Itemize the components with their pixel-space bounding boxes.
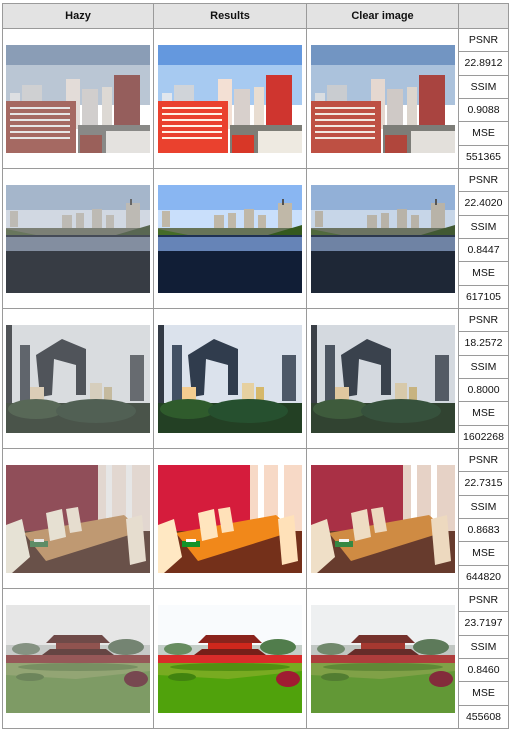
result-image <box>158 464 302 573</box>
metric-ssim: 0.8460 <box>459 659 508 683</box>
header-metrics <box>458 3 509 29</box>
hazy-image <box>6 464 150 573</box>
header-results: Results <box>153 3 307 29</box>
hazy-image-cell <box>2 28 154 169</box>
metric-psnr-label: PSNR <box>459 309 508 333</box>
metric-ssim: 0.9088 <box>459 99 508 123</box>
result-image-cell <box>153 588 307 729</box>
comparison-row: PSNR 22.8912 SSIM 0.9088 MSE 551365 <box>2 28 509 169</box>
hazy-image <box>6 184 150 293</box>
metrics-cell: PSNR 22.8912 SSIM 0.9088 MSE 551365 <box>458 28 509 169</box>
metric-psnr: 18.2572 <box>459 332 508 356</box>
header-row: Hazy Results Clear image <box>2 3 509 29</box>
metrics-cell: PSNR 22.7315 SSIM 0.8683 MSE 644820 <box>458 448 509 589</box>
metric-mse-label: MSE <box>459 262 508 286</box>
metric-ssim-label: SSIM <box>459 636 508 659</box>
result-image <box>158 324 302 433</box>
metrics-cell: PSNR 18.2572 SSIM 0.8000 MSE 1602268 <box>458 308 509 449</box>
result-image <box>158 604 302 713</box>
clear-image <box>310 184 455 293</box>
result-image <box>158 44 302 153</box>
hazy-image-cell <box>2 168 154 309</box>
metric-mse: 455608 <box>465 710 502 723</box>
metric-mse-label: MSE <box>459 402 508 426</box>
clear-image-cell <box>306 588 459 729</box>
metric-psnr: 22.7315 <box>459 472 508 496</box>
metric-ssim-label: SSIM <box>459 496 508 519</box>
metric-mse: 1602268 <box>463 430 504 443</box>
result-image <box>158 184 302 293</box>
metric-psnr: 23.7197 <box>459 612 508 636</box>
hazy-image <box>6 604 150 713</box>
metric-psnr-label: PSNR <box>459 169 508 193</box>
metric-mse-label: MSE <box>459 682 508 706</box>
metrics-cell: PSNR 22.4020 SSIM 0.8447 MSE 617105 <box>458 168 509 309</box>
result-image-cell <box>153 448 307 589</box>
metric-ssim-label: SSIM <box>459 356 508 379</box>
hazy-image-cell <box>2 588 154 729</box>
metric-ssim: 0.8683 <box>459 519 508 543</box>
clear-image-cell <box>306 308 459 449</box>
metric-ssim: 0.8000 <box>459 379 508 403</box>
metrics-cell: PSNR 23.7197 SSIM 0.8460 MSE 455608 <box>458 588 509 729</box>
clear-image <box>310 604 455 713</box>
comparison-row: PSNR 18.2572 SSIM 0.8000 MSE 1602268 <box>2 308 509 449</box>
hazy-image-cell <box>2 448 154 589</box>
hazy-image <box>6 44 150 153</box>
metric-psnr-label: PSNR <box>459 29 508 53</box>
metric-mse-label: MSE <box>459 542 508 566</box>
metric-mse: 551365 <box>465 150 502 163</box>
result-image-cell <box>153 28 307 169</box>
clear-image <box>310 44 455 153</box>
clear-image-cell <box>306 28 459 169</box>
metric-mse-label: MSE <box>459 122 508 146</box>
metric-ssim-label: SSIM <box>459 216 508 239</box>
clear-image-cell <box>306 448 459 589</box>
metric-mse: 644820 <box>465 570 502 583</box>
metric-psnr-label: PSNR <box>459 449 508 473</box>
header-hazy: Hazy <box>2 3 154 29</box>
clear-image <box>310 464 455 573</box>
comparison-row: PSNR 22.7315 SSIM 0.8683 MSE 644820 <box>2 448 509 589</box>
result-image-cell <box>153 308 307 449</box>
metric-psnr: 22.4020 <box>459 192 508 216</box>
metric-ssim-label: SSIM <box>459 76 508 99</box>
comparison-row: PSNR 22.4020 SSIM 0.8447 MSE 617105 <box>2 168 509 309</box>
clear-image-cell <box>306 168 459 309</box>
metric-psnr-label: PSNR <box>459 589 508 613</box>
comparison-row: PSNR 23.7197 SSIM 0.8460 MSE 455608 <box>2 588 509 729</box>
header-clear-image: Clear image <box>306 3 459 29</box>
metric-mse: 617105 <box>465 290 502 303</box>
metric-psnr: 22.8912 <box>459 52 508 76</box>
hazy-image <box>6 324 150 433</box>
clear-image <box>310 324 455 433</box>
result-image-cell <box>153 168 307 309</box>
hazy-image-cell <box>2 308 154 449</box>
comparison-table: Hazy Results Clear image PSNR 22.8912 SS… <box>2 3 509 729</box>
metric-ssim: 0.8447 <box>459 239 508 263</box>
